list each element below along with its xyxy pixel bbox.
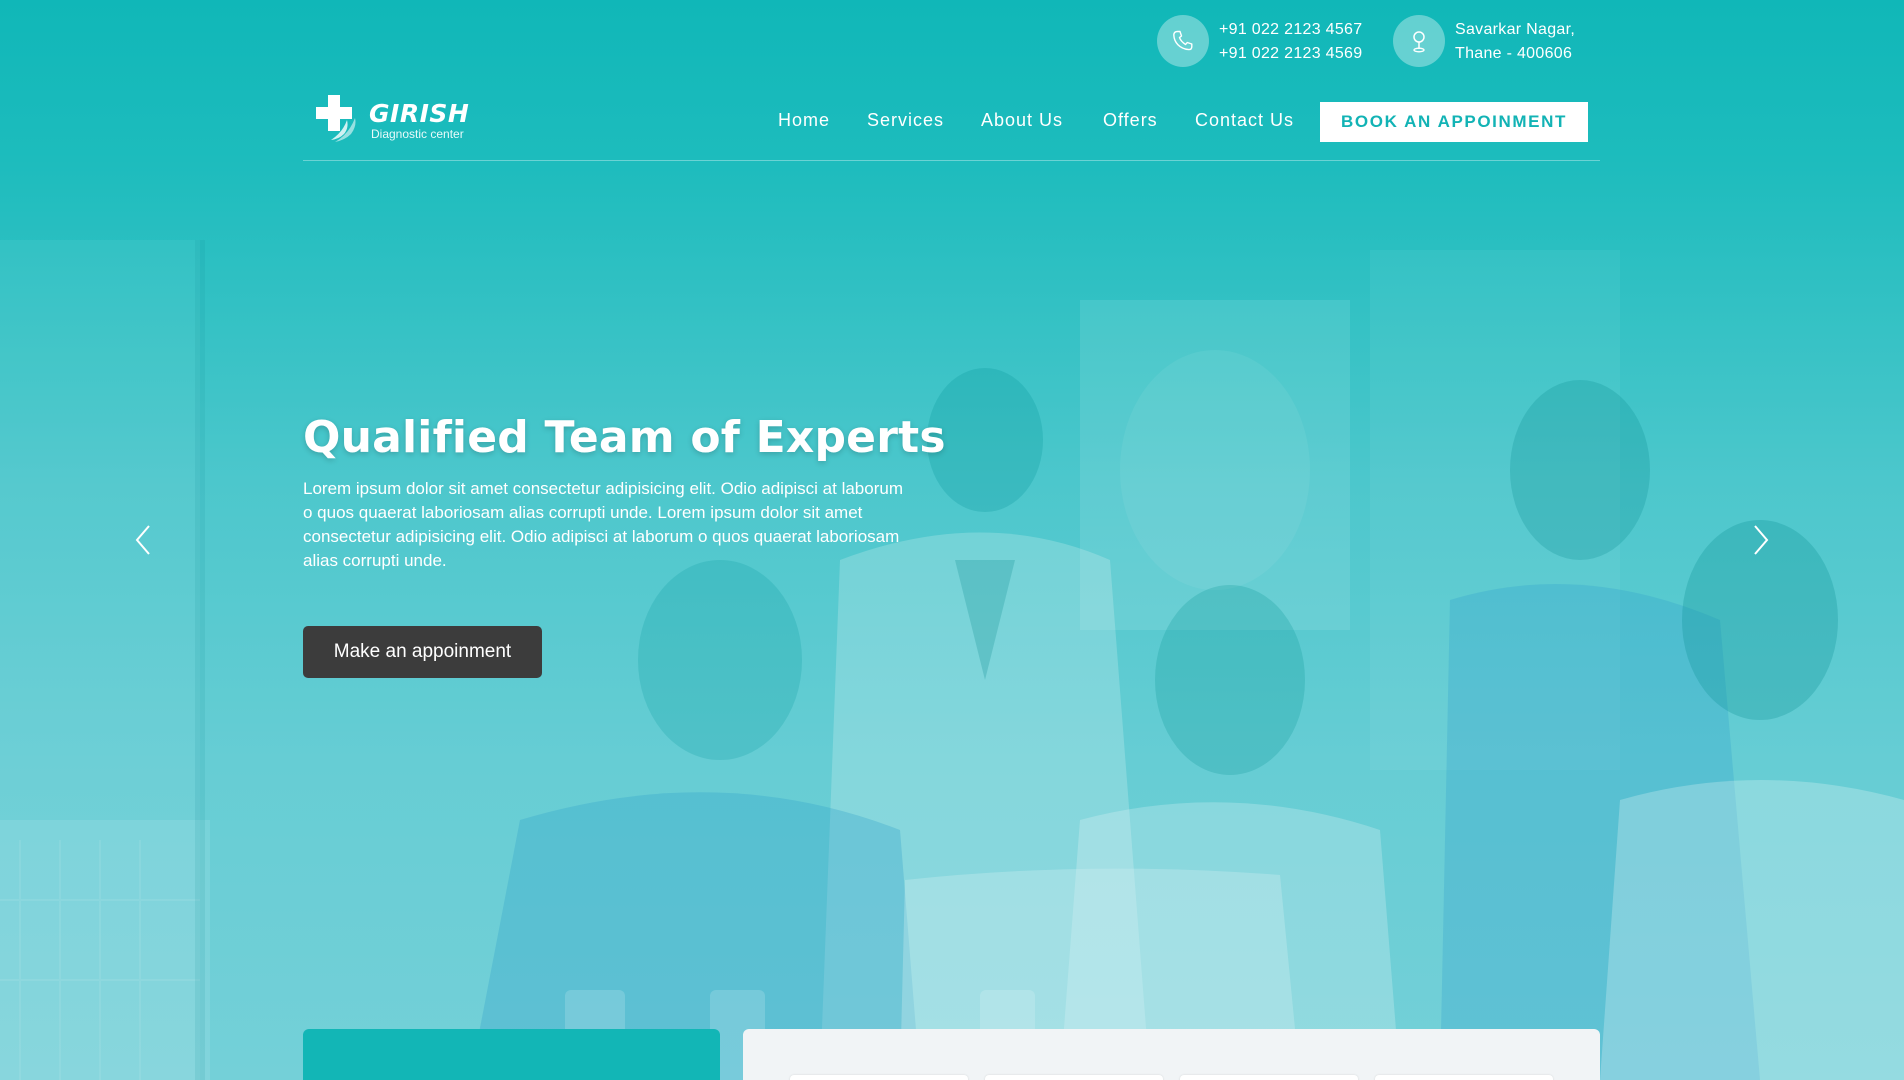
phone-number-2[interactable]: +91 022 2123 4569	[1219, 44, 1362, 63]
carousel-prev-button[interactable]	[128, 522, 158, 558]
panel-tab-4[interactable]	[1375, 1075, 1553, 1080]
panel-tab-2[interactable]	[985, 1075, 1163, 1080]
address-line-1: Savarkar Nagar,	[1455, 20, 1576, 38]
nav-item-contact-us[interactable]: Contact Us	[1195, 110, 1294, 131]
phone-number-1[interactable]: +91 022 2123 4567	[1219, 20, 1362, 39]
hero-background-image	[0, 0, 1904, 1080]
hero-description: Lorem ipsum dolor sit amet consectetur a…	[303, 479, 903, 570]
info-panel-white	[743, 1029, 1600, 1080]
nav-item-about-us[interactable]: About Us	[981, 110, 1063, 131]
carousel-next-button[interactable]	[1746, 522, 1776, 558]
book-appointment-button[interactable]: BOOK AN APPOINMENT	[1320, 102, 1588, 142]
contact-phone[interactable]: +91 022 2123 4567 +91 022 2123 4569	[1157, 15, 1362, 67]
hero-title: Qualified Team of Experts	[303, 412, 946, 463]
address-line-2: Thane - 400606	[1455, 44, 1573, 62]
nav-item-offers[interactable]: Offers	[1103, 110, 1158, 131]
phone-icon	[1157, 15, 1209, 67]
nav-divider	[303, 160, 1600, 161]
location-pin-icon	[1393, 15, 1445, 67]
make-appointment-button[interactable]: Make an appoinment	[303, 626, 542, 678]
panel-tab-3[interactable]	[1180, 1075, 1358, 1080]
panel-tab-1[interactable]	[790, 1075, 968, 1080]
main-nav: Home Services About Us Offers Contact Us	[0, 102, 1904, 142]
contact-address: Savarkar Nagar, Thane - 400606	[1393, 15, 1575, 67]
chevron-right-icon	[1754, 525, 1769, 555]
info-panel-teal	[303, 1029, 720, 1080]
nav-item-home[interactable]: Home	[778, 110, 830, 131]
nav-item-services[interactable]: Services	[867, 110, 944, 131]
chevron-left-icon	[135, 525, 150, 555]
hero-section	[0, 0, 1904, 1080]
